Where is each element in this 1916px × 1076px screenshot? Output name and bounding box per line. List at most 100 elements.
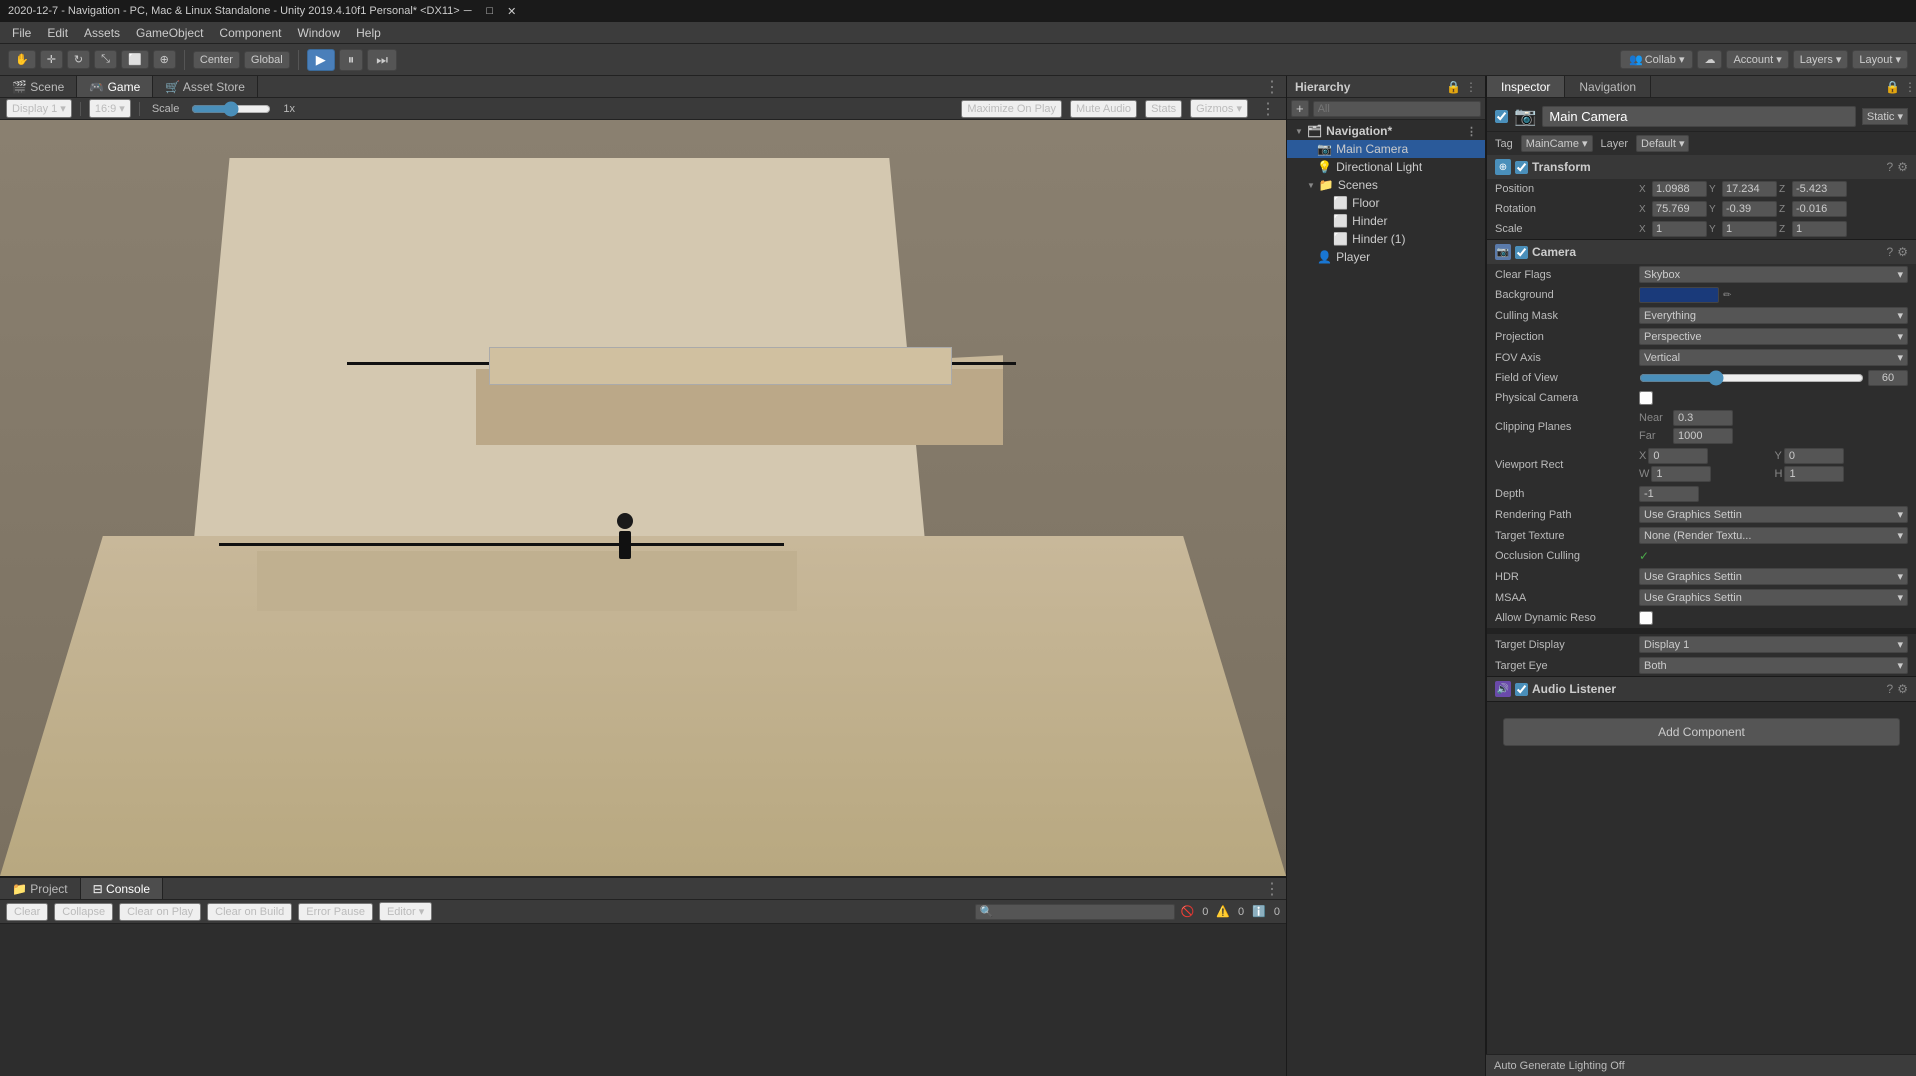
rot-z-input[interactable]	[1792, 201, 1847, 217]
tab-scene[interactable]: 🎬 Scene	[0, 76, 77, 97]
menu-component[interactable]: Component	[211, 24, 289, 42]
inspector-lock-icon[interactable]: 🔒	[1885, 80, 1900, 94]
game-ctrl-menu-icon[interactable]: ⋮	[1256, 99, 1280, 119]
target-eye-dropdown[interactable]: Both ▾	[1639, 657, 1908, 674]
pivot-button[interactable]: Center	[193, 51, 240, 69]
layers-button[interactable]: Layers ▾	[1793, 50, 1849, 69]
mute-audio-button[interactable]: Mute Audio	[1070, 100, 1137, 118]
view-menu-icon[interactable]: ⋮	[1258, 77, 1286, 97]
dynamic-reso-checkbox[interactable]	[1639, 611, 1653, 625]
fov-value-input[interactable]	[1868, 370, 1908, 386]
scale-x-input[interactable]	[1652, 221, 1707, 237]
clear-button[interactable]: Clear	[6, 903, 48, 921]
vr-h-input[interactable]	[1784, 466, 1844, 482]
cloud-button[interactable]: ☁	[1697, 50, 1722, 69]
tool-rect[interactable]: ⬜	[121, 50, 149, 69]
camera-header[interactable]: 📷 Camera ? ⚙	[1487, 240, 1916, 264]
rot-x-input[interactable]	[1652, 201, 1707, 217]
rot-y-input[interactable]	[1722, 201, 1777, 217]
rendering-path-dropdown[interactable]: Use Graphics Settin ▾	[1639, 506, 1908, 523]
maximize-button[interactable]: □	[482, 3, 498, 19]
close-button[interactable]: ✕	[504, 3, 520, 19]
hier-item-hinder1[interactable]: ▷ ⬜ Hinder (1)	[1287, 230, 1485, 248]
step-button[interactable]: ⏭	[367, 49, 397, 71]
target-texture-dropdown[interactable]: None (Render Textu... ▾	[1639, 527, 1908, 544]
object-name-input[interactable]	[1542, 106, 1855, 127]
clear-flags-dropdown[interactable]: Skybox ▾	[1639, 266, 1908, 283]
hier-nav-menu[interactable]: ⋮	[1466, 125, 1477, 138]
maximize-play-button[interactable]: Maximize On Play	[961, 100, 1062, 118]
hier-item-scenes[interactable]: ▼ 📁 Scenes	[1287, 176, 1485, 194]
audio-listener-help-icon[interactable]: ?	[1887, 682, 1894, 696]
hier-item-player[interactable]: ▷ 👤 Player	[1287, 248, 1485, 266]
clip-near-input[interactable]	[1673, 410, 1733, 426]
menu-file[interactable]: File	[4, 24, 39, 42]
msaa-dropdown[interactable]: Use Graphics Settin ▾	[1639, 589, 1908, 606]
pos-y-input[interactable]	[1722, 181, 1777, 197]
hierarchy-search-input[interactable]	[1313, 101, 1481, 117]
tool-rotate[interactable]: ↻	[67, 50, 90, 69]
menu-assets[interactable]: Assets	[76, 24, 128, 42]
ratio-button[interactable]: 16:9 ▾	[89, 99, 131, 118]
vr-y-input[interactable]	[1784, 448, 1844, 464]
console-search-input[interactable]	[975, 904, 1175, 920]
clip-far-input[interactable]	[1673, 428, 1733, 444]
tab-asset-store[interactable]: 🛒 Asset Store	[153, 76, 258, 97]
camera-enabled-checkbox[interactable]	[1515, 246, 1528, 259]
static-button[interactable]: Static ▾	[1862, 108, 1908, 125]
fov-axis-dropdown[interactable]: Vertical ▾	[1639, 349, 1908, 366]
pos-x-input[interactable]	[1652, 181, 1707, 197]
hier-item-navigation[interactable]: ▼ 🗂 Navigation* ⋮	[1287, 122, 1485, 140]
gizmos-button[interactable]: Gizmos ▾	[1190, 99, 1248, 118]
play-button[interactable]: ▶	[307, 49, 335, 71]
hierarchy-menu-icon[interactable]: ⋮	[1465, 80, 1477, 94]
physical-camera-checkbox[interactable]	[1639, 391, 1653, 405]
hier-item-main-camera[interactable]: ▷ 📷 Main Camera	[1287, 140, 1485, 158]
hierarchy-add-button[interactable]: +	[1291, 100, 1309, 117]
fov-slider[interactable]	[1639, 370, 1864, 386]
background-color-picker[interactable]	[1639, 287, 1719, 303]
hdr-dropdown[interactable]: Use Graphics Settin ▾	[1639, 568, 1908, 585]
hier-item-directional-light[interactable]: ▷ 💡 Directional Light	[1287, 158, 1485, 176]
camera-help-icon[interactable]: ?	[1887, 245, 1894, 259]
scale-z-input[interactable]	[1792, 221, 1847, 237]
tool-hand[interactable]: ✋	[8, 50, 36, 69]
scale-y-input[interactable]	[1722, 221, 1777, 237]
menu-help[interactable]: Help	[348, 24, 389, 42]
display-button[interactable]: Display 1 ▾	[6, 99, 72, 118]
menu-edit[interactable]: Edit	[39, 24, 76, 42]
account-button[interactable]: Account ▾	[1726, 50, 1788, 69]
background-edit-icon[interactable]: ✏	[1723, 290, 1731, 301]
depth-input[interactable]	[1639, 486, 1699, 502]
tab-game[interactable]: 🎮 Game	[77, 76, 153, 97]
vr-w-input[interactable]	[1651, 466, 1711, 482]
scale-slider[interactable]	[191, 101, 271, 117]
pos-z-input[interactable]	[1792, 181, 1847, 197]
tab-inspector[interactable]: Inspector	[1487, 76, 1565, 97]
audio-listener-checkbox[interactable]	[1515, 683, 1528, 696]
layout-button[interactable]: Layout ▾	[1852, 50, 1908, 69]
hier-item-hinder[interactable]: ▷ ⬜ Hinder	[1287, 212, 1485, 230]
pause-button[interactable]: ⏸	[339, 49, 364, 71]
transform-help-icon[interactable]: ?	[1887, 160, 1894, 174]
audio-listener-header[interactable]: 🔊 Audio Listener ? ⚙	[1487, 677, 1916, 701]
tool-transform[interactable]: ⊕	[153, 50, 176, 69]
tag-dropdown[interactable]: MainCame ▾	[1521, 135, 1593, 152]
collab-button[interactable]: 👥 Collab ▾	[1620, 50, 1693, 69]
hier-item-floor[interactable]: ▷ ⬜ Floor	[1287, 194, 1485, 212]
editor-dropdown-button[interactable]: Editor ▾	[379, 902, 432, 921]
tab-console[interactable]: ⊟ Console	[81, 878, 163, 899]
error-pause-button[interactable]: Error Pause	[298, 903, 373, 921]
camera-settings-icon[interactable]: ⚙	[1897, 245, 1908, 259]
clear-on-play-button[interactable]: Clear on Play	[119, 903, 201, 921]
minimize-button[interactable]: ─	[460, 3, 476, 19]
add-component-button[interactable]: Add Component	[1503, 718, 1900, 746]
tool-scale[interactable]: ⤡	[94, 50, 117, 69]
inspector-menu-icon[interactable]: ⋮	[1904, 80, 1916, 94]
target-display-dropdown[interactable]: Display 1 ▾	[1639, 636, 1908, 653]
layer-dropdown[interactable]: Default ▾	[1636, 135, 1689, 152]
vr-x-input[interactable]	[1648, 448, 1708, 464]
tab-project[interactable]: 📁 Project	[0, 878, 81, 899]
tool-move[interactable]: ✛	[40, 50, 63, 69]
clear-on-build-button[interactable]: Clear on Build	[207, 903, 292, 921]
